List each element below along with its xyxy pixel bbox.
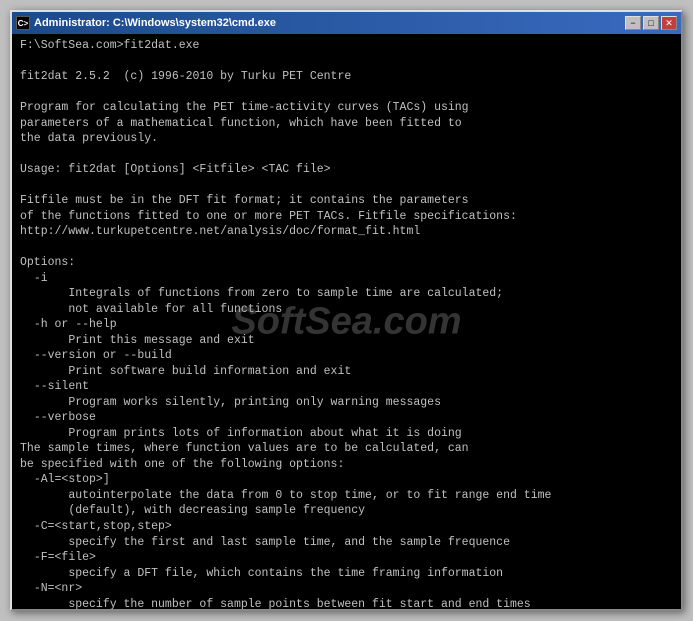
title-bar: C> Administrator: C:\Windows\system32\cm… <box>12 12 681 34</box>
window-title: Administrator: C:\Windows\system32\cmd.e… <box>34 17 276 29</box>
maximize-button[interactable]: □ <box>643 16 659 30</box>
cmd-icon: C> <box>16 16 30 30</box>
cmd-window: C> Administrator: C:\Windows\system32\cm… <box>10 10 683 611</box>
minimize-button[interactable]: − <box>625 16 641 30</box>
title-bar-left: C> Administrator: C:\Windows\system32\cm… <box>16 16 276 30</box>
terminal-body[interactable]: SoftSea.com F:\SoftSea.com>fit2dat.exe f… <box>12 34 681 609</box>
title-bar-buttons: − □ ✕ <box>625 16 677 30</box>
terminal-content: F:\SoftSea.com>fit2dat.exe fit2dat 2.5.2… <box>20 38 673 609</box>
close-button[interactable]: ✕ <box>661 16 677 30</box>
